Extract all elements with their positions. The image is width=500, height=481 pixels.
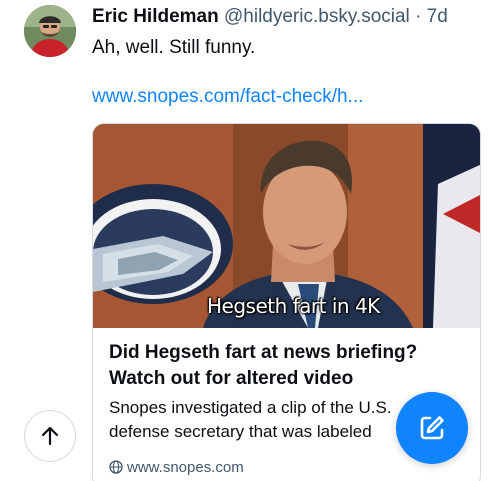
globe-icon [109,460,123,474]
embed-domain-text: www.snopes.com [127,458,244,476]
scroll-to-top-button[interactable] [24,410,76,462]
avatar[interactable] [24,5,76,57]
arrow-up-icon [41,426,59,446]
post-text: Ah, well. Still funny. [92,37,256,58]
post[interactable]: Eric Hildeman @hildyeric.bsky.social · 7… [0,0,500,481]
image-caption: Hegseth fart in 4K [207,294,380,318]
post-header: Eric Hildeman @hildyeric.bsky.social · 7… [92,4,448,30]
compose-button[interactable] [396,392,468,464]
post-link[interactable]: www.snopes.com/fact-check/h... [92,84,363,110]
author-name[interactable]: Eric Hildeman [92,6,219,27]
embed-thumbnail: Hegseth fart in 4K [93,124,480,328]
meta-separator: · [415,6,422,27]
embed-title: Did Hegseth fart at news briefing? Watch… [109,342,418,389]
avatar-image [24,5,76,57]
embed-domain: www.snopes.com [109,457,244,477]
compose-icon [420,416,444,440]
author-handle[interactable]: @hildyeric.bsky.social [224,6,410,27]
post-time[interactable]: 7d [427,6,448,27]
